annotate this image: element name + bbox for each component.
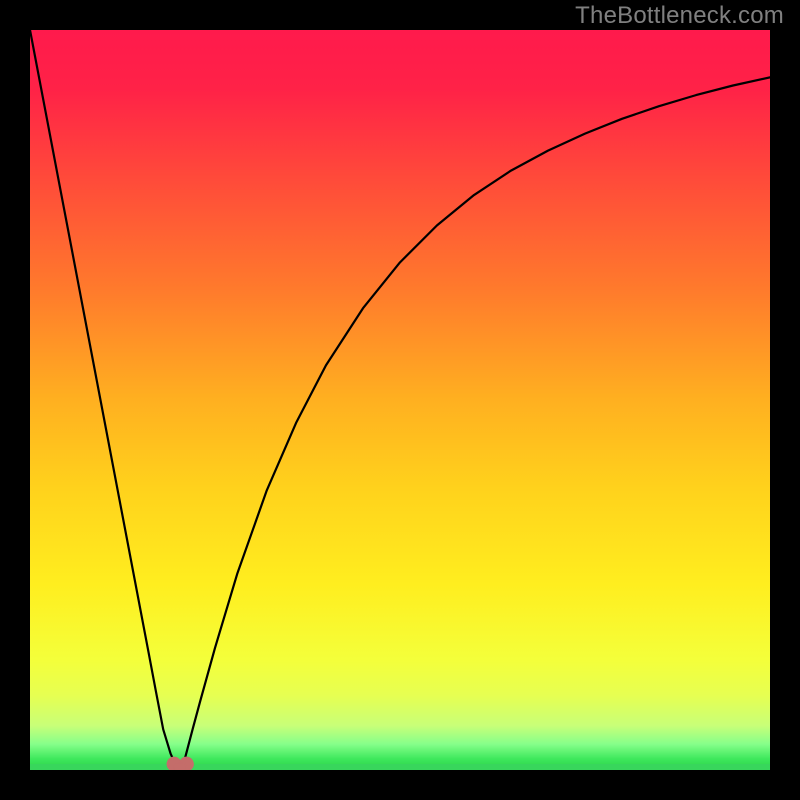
- watermark-label: TheBottleneck.com: [575, 2, 784, 30]
- gradient-background: [30, 30, 770, 770]
- chart-frame: TheBottleneck.com: [0, 0, 800, 800]
- chart-svg: [30, 30, 770, 770]
- plot-area: [30, 30, 770, 770]
